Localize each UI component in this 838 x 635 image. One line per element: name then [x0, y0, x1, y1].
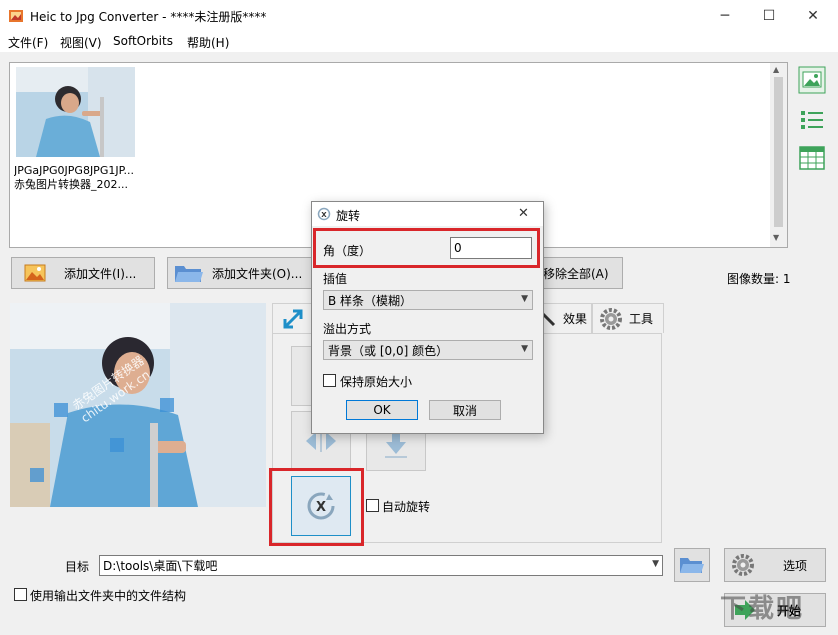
- table-view-icon[interactable]: [798, 144, 826, 172]
- auto-rotate-checkbox[interactable]: [366, 499, 379, 512]
- browse-folder-button[interactable]: [674, 548, 710, 582]
- target-path-value: D:\tools\桌面\下载吧: [103, 559, 218, 573]
- image-count: 图像数量: 1: [727, 272, 791, 286]
- keep-structure-label: 使用输出文件夹中的文件结构: [30, 589, 187, 603]
- options-button[interactable]: 选项: [724, 548, 826, 582]
- options-label: 选项: [783, 558, 808, 573]
- gear-icon: [732, 554, 754, 576]
- menu-file[interactable]: 文件(F): [8, 33, 48, 52]
- overflow-select[interactable]: 背景（或 [0,0] 颜色） ▼: [323, 340, 533, 360]
- image-preview: 赤兔图片转换器 chitu.work.cn: [10, 303, 266, 507]
- file-thumbnail[interactable]: [16, 67, 135, 157]
- menu-view[interactable]: 视图(V): [60, 33, 102, 52]
- angle-field-highlight: [313, 228, 540, 268]
- target-path-input[interactable]: D:\tools\桌面\下载吧 ▼: [99, 555, 663, 576]
- title-bar: Heic to Jpg Converter - ****未注册版**** ─ ☐…: [0, 0, 838, 32]
- file-caption: JPGaJPG0JPG8JPG1JP... 赤兔图片转换器_202...: [14, 164, 138, 192]
- keep-structure-checkbox[interactable]: [14, 588, 27, 601]
- chevron-down-icon: ▼: [521, 344, 528, 354]
- auto-rotate-label: 自动旋转: [382, 500, 431, 514]
- dialog-cancel-button[interactable]: 取消: [429, 400, 501, 420]
- add-file-label: 添加文件(I)...: [64, 266, 137, 281]
- maximize-button[interactable]: ☐: [746, 0, 792, 32]
- scroll-thumb[interactable]: [774, 77, 783, 227]
- window-title: Heic to Jpg Converter - ****未注册版****: [30, 10, 267, 24]
- folder-icon: [175, 266, 203, 282]
- rotate-button-highlight: [269, 468, 364, 546]
- minimize-button[interactable]: ─: [702, 0, 748, 32]
- image-icon: [24, 264, 46, 282]
- list-view-icon[interactable]: [798, 106, 826, 134]
- dialog-title: 旋转: [336, 209, 361, 223]
- menu-softorbits[interactable]: SoftOrbits: [113, 33, 173, 49]
- tab-resize[interactable]: [272, 303, 312, 333]
- tab-effects-label: 效果: [563, 312, 588, 326]
- add-file-button[interactable]: 添加文件(I)...: [11, 257, 155, 289]
- file-name-line2: 赤兔图片转换器_202...: [14, 178, 128, 191]
- keep-size-checkbox[interactable]: [323, 374, 336, 387]
- scroll-up-icon[interactable]: ▲: [773, 65, 779, 74]
- overflow-label: 溢出方式: [323, 322, 372, 336]
- dialog-ok-button[interactable]: OK: [346, 400, 418, 420]
- remove-all-label: 移除全部(A): [543, 266, 609, 281]
- folder-open-icon: [680, 558, 704, 573]
- gear-icon: [600, 307, 622, 330]
- tab-tools[interactable]: 工具: [592, 303, 664, 333]
- target-label: 目标: [65, 560, 90, 574]
- close-button[interactable]: ✕: [790, 0, 836, 32]
- menu-bar: 文件(F) 视图(V) SoftOrbits 帮助(H): [0, 32, 838, 52]
- keep-size-label: 保持原始大小: [340, 375, 413, 389]
- interpolation-select[interactable]: B 样条（模糊） ▼: [323, 290, 533, 310]
- remove-all-button[interactable]: 移除全部(A): [536, 257, 623, 289]
- thumbnail-view-icon[interactable]: [798, 66, 826, 94]
- interpolation-label: 插值: [323, 272, 348, 286]
- brand-watermark: 下载吧: [720, 594, 805, 624]
- scroll-down-icon[interactable]: ▼: [773, 233, 779, 242]
- add-folder-button[interactable]: 添加文件夹(O)...: [167, 257, 313, 289]
- tab-tools-label: 工具: [629, 312, 654, 326]
- rotate-angle-icon: X: [317, 207, 331, 221]
- chevron-down-icon[interactable]: ▼: [652, 559, 659, 569]
- add-folder-label: 添加文件夹(O)...: [212, 266, 303, 281]
- app-icon: [9, 10, 23, 22]
- file-list-scrollbar[interactable]: ▲ ▼: [770, 63, 787, 247]
- file-name-line1: JPGaJPG0JPG8JPG1JP...: [14, 164, 134, 177]
- resize-arrow-icon: [283, 309, 303, 328]
- dialog-title-bar: X 旋转 ✕: [312, 202, 543, 226]
- menu-help[interactable]: 帮助(H): [187, 33, 229, 52]
- dialog-close-button[interactable]: ✕: [518, 206, 529, 221]
- interpolation-value: B 样条（模糊）: [328, 293, 413, 308]
- svg-text:X: X: [321, 211, 327, 219]
- chevron-down-icon: ▼: [521, 294, 528, 304]
- overflow-value: 背景（或 [0,0] 颜色）: [328, 343, 449, 358]
